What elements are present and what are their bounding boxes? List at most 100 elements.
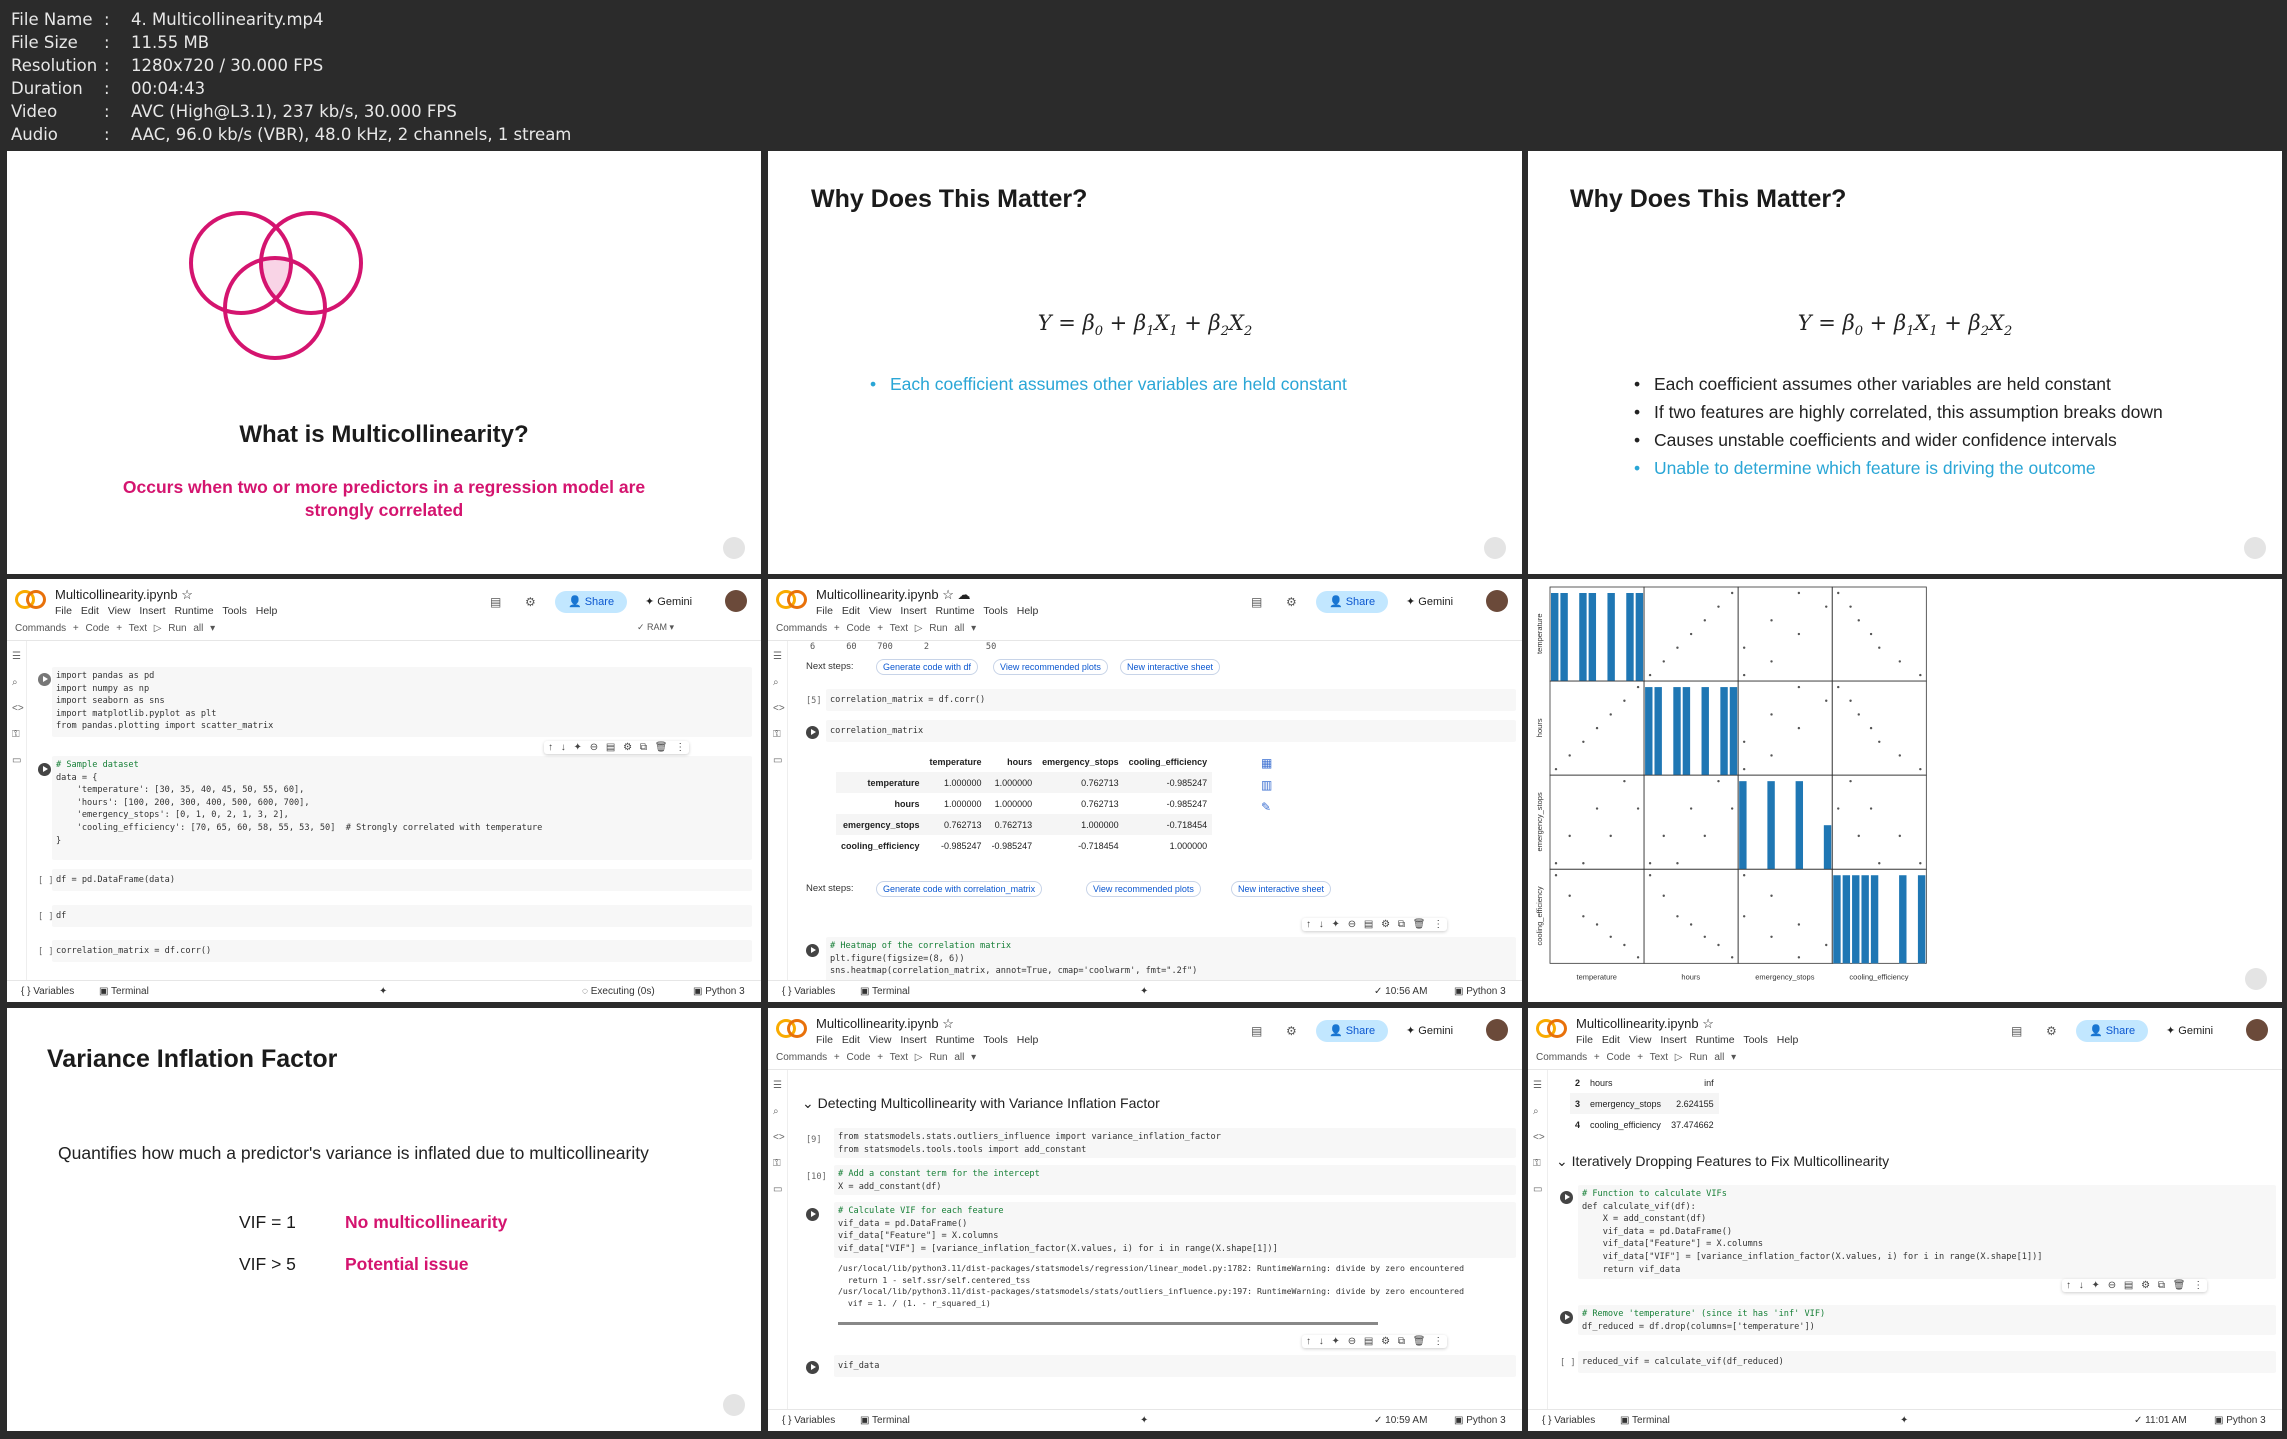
share-button[interactable]: 👤 Share	[555, 591, 627, 613]
code-cell[interactable]: correlation_matrix	[826, 720, 1516, 742]
chip-interactive-sheet[interactable]: New interactive sheet	[1120, 659, 1221, 675]
code-cell[interactable]: import pandas as pd import numpy as np imp…	[52, 667, 752, 737]
toc-icon[interactable]: ☰	[1533, 1080, 1547, 1096]
folder-icon[interactable]: ▭	[773, 1184, 787, 1200]
gear-icon[interactable]: ⚙	[2046, 1024, 2057, 1038]
gear-icon[interactable]: ⚙	[1286, 1024, 1297, 1038]
run-button[interactable]	[806, 1361, 819, 1374]
run-button[interactable]	[1560, 1191, 1573, 1204]
command-bar[interactable]: Commands + Code + Text ▷ Run all ▾	[776, 623, 976, 634]
section-heading[interactable]: ⌄ Detecting Multicollinearity with Varia…	[802, 1095, 1160, 1112]
folder-icon[interactable]: ▭	[773, 755, 787, 771]
comment-icon[interactable]: ▤	[2011, 1024, 2022, 1038]
horizontal-scrollbar[interactable]	[838, 1322, 1378, 1325]
avatar[interactable]	[2246, 1019, 2268, 1041]
gemini-icon[interactable]: ✦	[1140, 1410, 1148, 1431]
search-icon[interactable]: ⌕	[1533, 1106, 1547, 1122]
code-cell[interactable]: from statsmodels.stats.outliers_influenc…	[834, 1128, 1516, 1158]
chip-recommended-plots[interactable]: View recommended plots	[1086, 881, 1201, 897]
command-bar[interactable]: Commands + Code + Text ▷ Run all ▾	[776, 1052, 976, 1063]
terminal-tab[interactable]: ▣ Terminal	[860, 981, 910, 1002]
notebook-filename[interactable]: Multicollinearity.ipynb ☆ ☁	[816, 587, 970, 603]
avatar[interactable]	[1486, 1019, 1508, 1041]
section-heading[interactable]: ⌄ Iteratively Dropping Features to Fix M…	[1556, 1153, 1889, 1170]
cell-toolbar[interactable]: ↑ ↓ ✦ ⊖ ▤ ⚙ ⧉ 🗑 ⋮	[544, 741, 690, 754]
search-icon[interactable]: ⌕	[773, 677, 787, 693]
variables-tab[interactable]: { } Variables	[782, 981, 835, 1002]
menu-bar[interactable]: File Edit View Insert Runtime Tools Help	[816, 605, 1038, 617]
gemini-button[interactable]: ✦ Gemini	[2166, 1024, 2213, 1037]
magic-wand-icon[interactable]: ✎	[1261, 800, 1271, 814]
run-button[interactable]	[1560, 1311, 1573, 1324]
code-cell[interactable]: # Sample dataset data = { 'temperature': …	[52, 756, 752, 860]
terminal-tab[interactable]: ▣ Terminal	[1620, 1410, 1670, 1431]
notebook-filename[interactable]: Multicollinearity.ipynb ☆	[55, 587, 193, 603]
folder-icon[interactable]: ▭	[12, 755, 26, 771]
run-button[interactable]	[806, 726, 819, 739]
code-icon[interactable]: <>	[773, 1132, 787, 1148]
table-icon[interactable]: ▦	[1261, 756, 1272, 770]
search-icon[interactable]: ⌕	[773, 1106, 787, 1122]
run-button[interactable]	[38, 673, 51, 686]
code-cell[interactable]: # Heatmap of the correlation matrix plt.f…	[826, 937, 1516, 983]
menu-bar[interactable]: File Edit View Insert Runtime Tools Help	[1576, 1034, 1798, 1046]
code-cell[interactable]: # Add a constant term for the intercept X…	[834, 1165, 1516, 1195]
code-cell[interactable]: # Remove 'temperature' (since it has 'in…	[1578, 1305, 2276, 1335]
run-button[interactable]	[38, 763, 51, 776]
cell-toolbar[interactable]: ↑ ↓ ✦ ⊖ ▤ ⚙ ⧉ 🗑 ⋮	[2062, 1279, 2208, 1292]
menu-bar[interactable]: File Edit View Insert Runtime Tools Help	[55, 605, 277, 617]
comment-icon[interactable]: ▤	[490, 595, 501, 609]
code-cell[interactable]: correlation_matrix = df.corr()	[52, 940, 752, 962]
gemini-icon[interactable]: ✦	[1140, 981, 1148, 1002]
folder-icon[interactable]: ▭	[1533, 1184, 1547, 1200]
key-icon[interactable]: ⚿	[12, 729, 26, 745]
gemini-button[interactable]: ✦ Gemini	[645, 595, 692, 608]
command-bar[interactable]: Commands + Code + Text ▷ Run all ▾	[1536, 1052, 1736, 1063]
cell-toolbar[interactable]: ↑ ↓ ✦ ⊖ ▤ ⚙ ⧉ 🗑 ⋮	[1302, 1335, 1448, 1348]
code-cell[interactable]: reduced_vif = calculate_vif(df_reduced)	[1578, 1351, 2276, 1373]
code-cell[interactable]: df = pd.DataFrame(data)	[52, 869, 752, 891]
run-button[interactable]	[806, 944, 819, 957]
code-icon[interactable]: <>	[1533, 1132, 1547, 1148]
chip-generate-code[interactable]: Generate code with df	[876, 659, 979, 675]
share-button[interactable]: 👤 Share	[1316, 1020, 1388, 1042]
variables-tab[interactable]: { } Variables	[21, 981, 74, 1002]
gemini-button[interactable]: ✦ Gemini	[1406, 595, 1453, 608]
comment-icon[interactable]: ▤	[1251, 595, 1262, 609]
variables-tab[interactable]: { } Variables	[1542, 1410, 1595, 1431]
cell-toolbar[interactable]: ↑ ↓ ✦ ⊖ ▤ ⚙ ⧉ 🗑 ⋮	[1302, 918, 1448, 931]
code-cell[interactable]: vif_data	[834, 1355, 1516, 1377]
chart-icon[interactable]: ▥	[1261, 778, 1272, 792]
terminal-tab[interactable]: ▣ Terminal	[860, 1410, 910, 1431]
ram-disk-indicator[interactable]: ✓ RAM ▾	[637, 622, 674, 633]
toc-icon[interactable]: ☰	[12, 651, 26, 667]
key-icon[interactable]: ⚿	[1533, 1158, 1547, 1174]
gear-icon[interactable]: ⚙	[525, 595, 536, 609]
gemini-button[interactable]: ✦ Gemini	[1406, 1024, 1453, 1037]
command-bar[interactable]: Commands + Code + Text ▷ Run all ▾	[15, 623, 215, 634]
toc-icon[interactable]: ☰	[773, 1080, 787, 1096]
code-cell[interactable]: # Calculate VIF for each feature vif_data…	[834, 1202, 1516, 1258]
notebook-filename[interactable]: Multicollinearity.ipynb ☆	[1576, 1016, 1714, 1032]
chip-interactive-sheet[interactable]: New interactive sheet	[1231, 881, 1332, 897]
code-icon[interactable]: <>	[773, 703, 787, 719]
avatar[interactable]	[725, 590, 747, 612]
runtime-label[interactable]: ▣ Python 3	[2214, 1410, 2266, 1431]
share-button[interactable]: 👤 Share	[1316, 591, 1388, 613]
gemini-icon[interactable]: ✦	[379, 981, 387, 1002]
terminal-tab[interactable]: ▣ Terminal	[99, 981, 149, 1002]
avatar[interactable]	[1486, 590, 1508, 612]
gear-icon[interactable]: ⚙	[1286, 595, 1297, 609]
share-button[interactable]: 👤 Share	[2076, 1020, 2148, 1042]
key-icon[interactable]: ⚿	[773, 1158, 787, 1174]
notebook-filename[interactable]: Multicollinearity.ipynb ☆	[816, 1016, 954, 1032]
run-button[interactable]	[806, 1208, 819, 1221]
toc-icon[interactable]: ☰	[773, 651, 787, 667]
chip-generate-code[interactable]: Generate code with correlation_matrix	[876, 881, 1043, 897]
runtime-label[interactable]: ▣ Python 3	[1454, 981, 1506, 1002]
code-cell[interactable]: correlation_matrix = df.corr()	[826, 689, 1516, 711]
gemini-icon[interactable]: ✦	[1900, 1410, 1908, 1431]
code-cell[interactable]: # Function to calculate VIFs def calculat…	[1578, 1185, 2276, 1279]
comment-icon[interactable]: ▤	[1251, 1024, 1262, 1038]
code-cell[interactable]: df	[52, 905, 752, 927]
